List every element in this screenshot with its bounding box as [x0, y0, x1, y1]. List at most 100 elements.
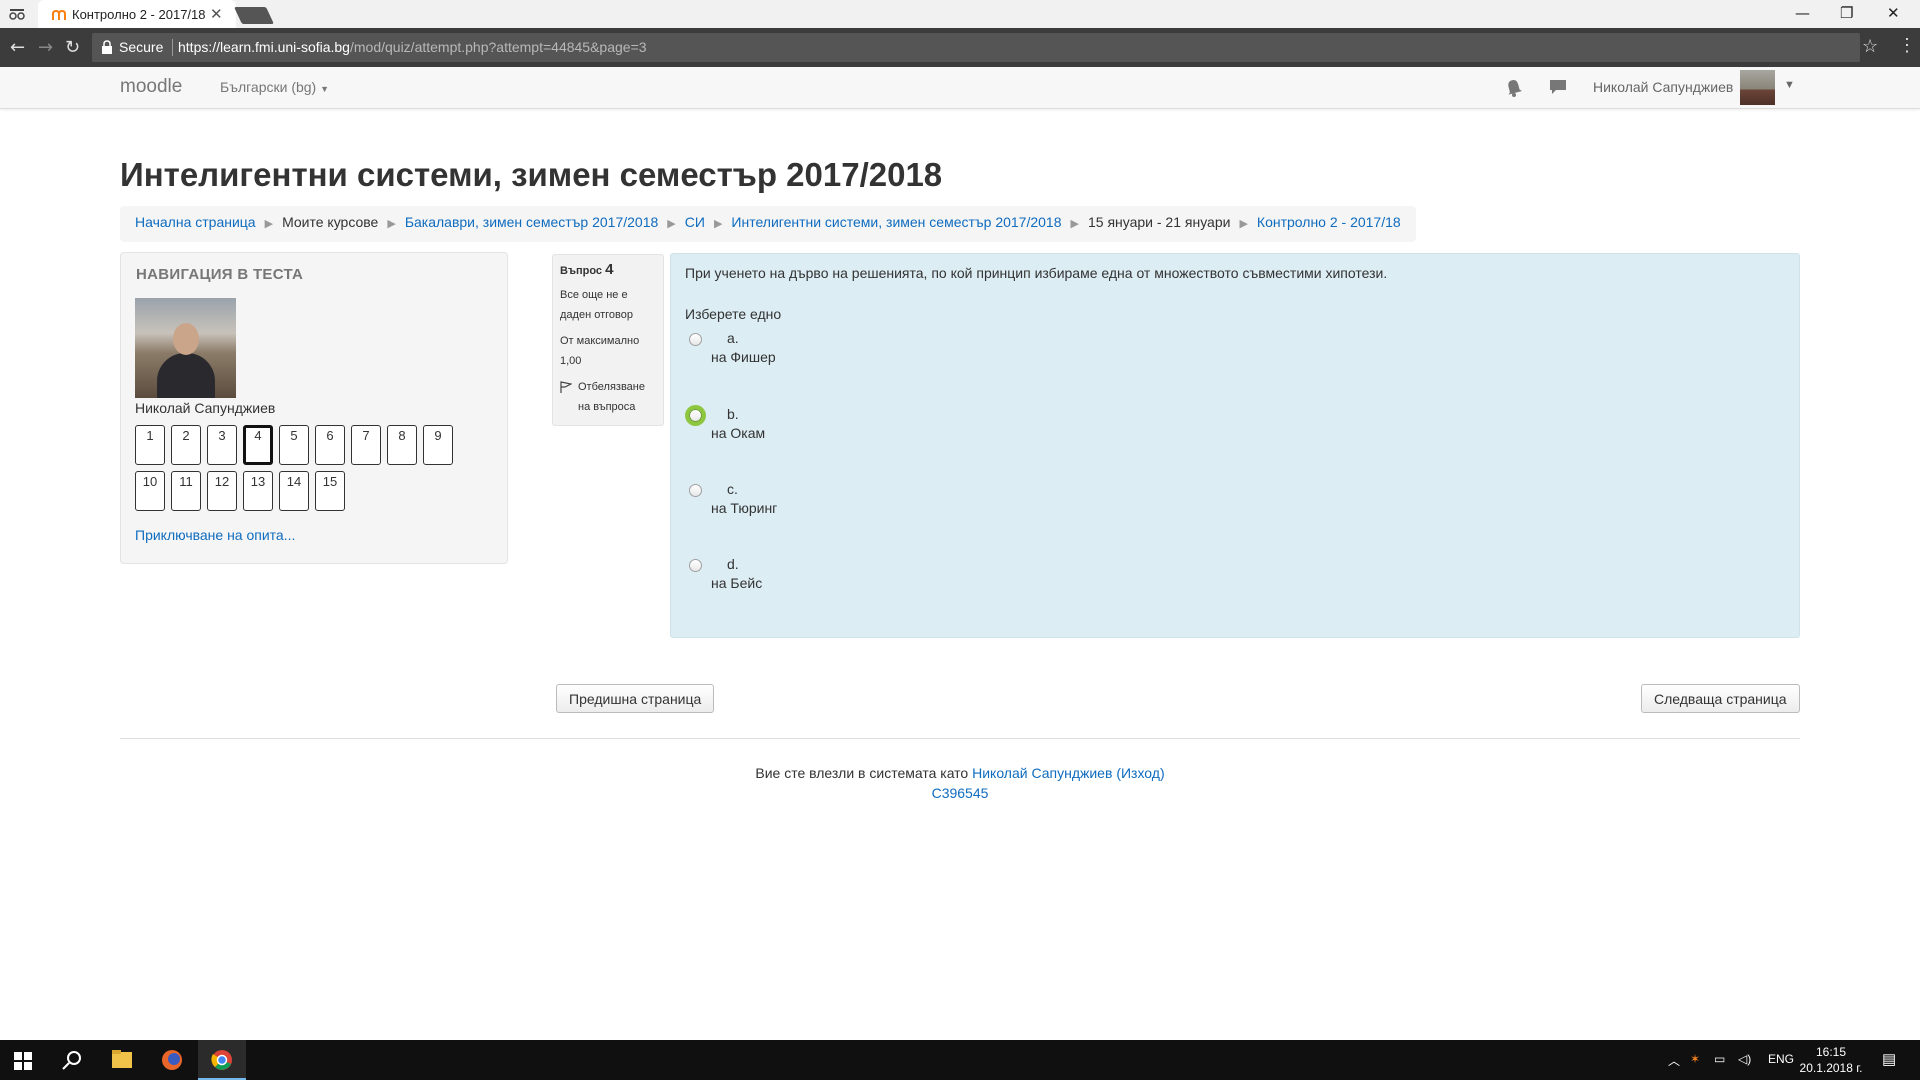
address-bar[interactable]: Secure https://learn.fmi.uni-sofia.bg/mo… — [92, 33, 1860, 62]
answer-radio-c[interactable] — [689, 484, 702, 497]
breadcrumb-arrow-icon: ▶ — [1239, 218, 1248, 230]
answer-letter: d. — [727, 556, 739, 572]
bell-icon[interactable] — [1506, 79, 1522, 97]
logout-link[interactable]: (Изход) — [1116, 765, 1164, 781]
clock-date: 20.1.2018 г. — [1799, 1061, 1863, 1075]
quiz-navigation-title: НАВИГАЦИЯ В ТЕСТА — [136, 266, 304, 283]
answer-radio-a[interactable] — [689, 333, 702, 346]
answer-text[interactable]: на Бейс — [711, 575, 762, 591]
answer-radio-d[interactable] — [689, 559, 702, 572]
firefox-icon[interactable] — [148, 1040, 196, 1080]
login-info-text: Вие сте влезли в системата като — [755, 765, 969, 781]
quiz-nav-button-4-current[interactable]: 4 — [243, 425, 273, 465]
quiz-nav-button-5[interactable]: 5 — [279, 425, 309, 465]
chevron-down-icon: ▼ — [320, 84, 330, 94]
moodle-favicon-icon — [52, 9, 66, 20]
breadcrumb-item-quiz[interactable]: Контролно 2 - 2017/18 — [1257, 214, 1401, 230]
minimize-icon[interactable]: — — [1795, 4, 1810, 22]
quiz-nav-button-13[interactable]: 13 — [243, 471, 273, 511]
url-path: /mod/quiz/attempt.php?attempt=44845&page… — [349, 39, 647, 55]
previous-page-button[interactable]: Предишна страница — [556, 684, 715, 713]
flag-question-button[interactable]: Отбелязване на въпроса — [560, 377, 656, 417]
language-label: Български (bg) — [220, 79, 317, 95]
secure-label: Secure — [119, 39, 164, 55]
quiz-navigation-user-name: Николай Сапунджиев — [135, 400, 276, 416]
quiz-nav-button-3[interactable]: 3 — [207, 425, 237, 465]
url-text[interactable]: https://learn.fmi.uni-sofia.bg/mod/quiz/… — [178, 39, 647, 55]
windows-start-icon[interactable] — [14, 1052, 32, 1070]
reload-icon[interactable]: ↻ — [65, 37, 80, 58]
restore-icon[interactable]: ❐ — [1840, 4, 1853, 22]
breadcrumb-arrow-icon: ▶ — [713, 218, 723, 230]
quiz-nav-button-7[interactable]: 7 — [351, 425, 381, 465]
new-tab-button[interactable] — [234, 7, 274, 24]
answer-text[interactable]: на Тюринг — [711, 500, 777, 516]
quiz-nav-button-15[interactable]: 15 — [315, 471, 345, 511]
breadcrumb-item-category[interactable]: Бакалаври, зимен семестър 2017/2018 — [405, 214, 658, 230]
forward-icon[interactable]: → — [38, 37, 53, 58]
browser-titlebar: Контролно 2 - 2017/18 ✕ — ❐ ✕ — [0, 0, 1920, 28]
user-menu-chevron-icon[interactable]: ▼ — [1784, 79, 1795, 91]
login-info: Вие сте влезли в системата като Николай … — [0, 765, 1920, 781]
quiz-nav-button-10[interactable]: 10 — [135, 471, 165, 511]
breadcrumb-item-home[interactable]: Начална страница — [135, 214, 256, 230]
login-user-link[interactable]: Николай Сапунджиев — [972, 765, 1112, 781]
quiz-nav-button-8[interactable]: 8 — [387, 425, 417, 465]
breadcrumb-item-my-courses: Моите курсове — [282, 214, 379, 230]
quiz-nav-button-1[interactable]: 1 — [135, 425, 165, 465]
answer-option-c[interactable]: c. на Тюринг — [685, 479, 1285, 529]
avatar[interactable] — [1740, 70, 1775, 105]
answer-text[interactable]: на Окам — [711, 425, 765, 441]
user-menu-name[interactable]: Николай Сапунджиев — [1593, 79, 1733, 95]
footer-divider — [120, 738, 1800, 739]
answer-text[interactable]: на Фишер — [711, 349, 776, 365]
question-info: Въпрос 4 Все още не е даден отговор От м… — [552, 254, 664, 426]
quiz-nav-button-9[interactable]: 9 — [423, 425, 453, 465]
taskbar-clock[interactable]: 16:15 20.1.2018 г. — [1786, 1044, 1876, 1076]
browser-tab[interactable]: Контролно 2 - 2017/18 ✕ — [38, 0, 236, 28]
answer-radio-b[interactable] — [689, 409, 702, 422]
tray-chevron-up-icon[interactable]: ︿ — [1668, 1052, 1680, 1069]
answer-option-b[interactable]: b. на Окам — [685, 404, 1285, 454]
next-page-button[interactable]: Следваща страница — [1641, 684, 1800, 713]
chrome-icon[interactable] — [198, 1040, 246, 1080]
bookmark-star-icon[interactable]: ☆ — [1862, 36, 1878, 57]
tray-app-icon[interactable]: ✶ — [1690, 1052, 1700, 1066]
question-status: Все още не е даден отговор — [560, 289, 633, 321]
breadcrumb-item-course-short[interactable]: СИ — [685, 214, 705, 230]
finish-attempt-link[interactable]: Приключване на опита... — [135, 527, 295, 543]
quiz-nav-button-6[interactable]: 6 — [315, 425, 345, 465]
question-label: Въпрос — [560, 265, 603, 277]
answer-option-d[interactable]: d. на Бейс — [685, 554, 1285, 604]
chat-icon[interactable] — [1549, 79, 1567, 95]
language-menu[interactable]: Български (bg) ▼ — [220, 79, 329, 95]
answer-letter: c. — [727, 481, 738, 497]
quiz-nav-button-2[interactable]: 2 — [171, 425, 201, 465]
user-photo-body — [157, 353, 215, 398]
answer-option-a[interactable]: a. на Фишер — [685, 328, 1285, 378]
search-icon[interactable] — [62, 1050, 82, 1070]
answer-letter: b. — [727, 406, 739, 422]
user-photo — [135, 298, 236, 398]
question-number: Въпрос 4 — [560, 261, 656, 278]
tab-close-icon[interactable]: ✕ — [210, 5, 223, 23]
flag-icon — [560, 381, 572, 393]
quiz-nav-button-14[interactable]: 14 — [279, 471, 309, 511]
footer-code-link[interactable]: C396545 — [0, 785, 1920, 801]
breadcrumb-item-week: 15 януари - 21 януари — [1087, 214, 1231, 230]
question-prompt: Изберете едно — [685, 306, 782, 322]
breadcrumb-item-course[interactable]: Интелигентни системи, зимен семестър 201… — [731, 214, 1061, 230]
quiz-nav-button-11[interactable]: 11 — [171, 471, 201, 511]
question-content: При ученето на дърво на решенията, по ко… — [670, 253, 1800, 638]
browser-menu-icon[interactable]: ⋮ — [1898, 35, 1916, 56]
window-close-icon[interactable]: ✕ — [1887, 4, 1900, 22]
network-icon[interactable]: ▭ — [1714, 1052, 1725, 1066]
volume-icon[interactable]: ◁) — [1738, 1052, 1751, 1066]
file-explorer-icon[interactable] — [98, 1040, 146, 1080]
flag-question-label: Отбелязване на въпроса — [578, 381, 645, 413]
notifications-icon[interactable]: ▤ — [1882, 1050, 1896, 1068]
back-icon[interactable]: ← — [10, 37, 25, 58]
moodle-brand[interactable]: moodle — [120, 76, 182, 98]
quiz-nav-button-12[interactable]: 12 — [207, 471, 237, 511]
tab-title: Контролно 2 - 2017/18 — [72, 7, 206, 22]
